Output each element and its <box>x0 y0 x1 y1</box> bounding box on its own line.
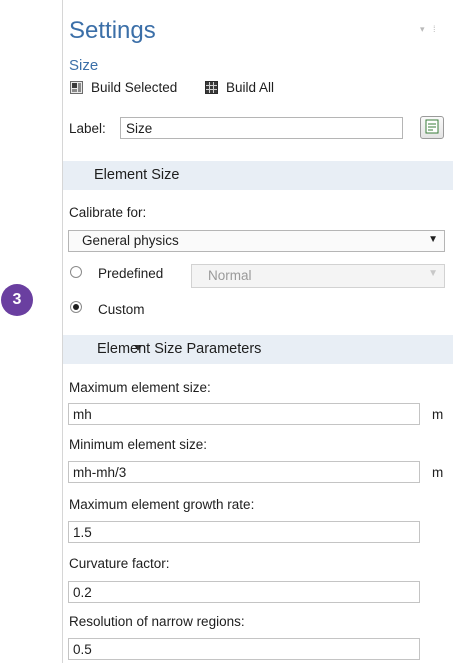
calibrate-label: Calibrate for: <box>69 205 147 220</box>
growth-rate-label: Maximum element growth rate: <box>69 497 255 512</box>
dropdown-arrow-icon: ▼ <box>428 268 438 279</box>
label-field-caption: Label: <box>69 121 106 136</box>
pin-icon[interactable]: ▾ ⁞ <box>420 24 439 35</box>
growth-rate-input[interactable] <box>68 521 420 543</box>
custom-radio[interactable] <box>70 301 82 313</box>
curvature-input[interactable] <box>68 581 420 603</box>
build-selected-label: Build Selected <box>91 80 178 95</box>
label-field[interactable] <box>120 117 403 139</box>
calibrate-value: General physics <box>82 233 179 248</box>
label-edit-button[interactable] <box>420 116 444 139</box>
section-element-size-parameters-label: Element Size Parameters <box>97 341 262 357</box>
callout-badge: 3 <box>1 284 33 316</box>
predefined-radio[interactable] <box>70 266 82 278</box>
max-size-unit: m <box>432 407 444 422</box>
max-size-label: Maximum element size: <box>69 380 211 395</box>
build-all-label: Build All <box>226 80 275 95</box>
predefined-label: Predefined <box>98 266 164 281</box>
section-element-size-parameters[interactable]: Element Size Parameters <box>63 335 453 364</box>
min-size-label: Minimum element size: <box>69 437 208 452</box>
calibrate-select[interactable]: General physics ▼ <box>68 230 445 252</box>
build-all-button[interactable]: Build All <box>205 80 274 95</box>
label-edit-icon <box>425 119 439 134</box>
predefined-select: Normal ▼ <box>191 264 445 288</box>
build-selected-button[interactable]: Build Selected <box>70 80 177 95</box>
page-title: Settings <box>69 17 156 44</box>
min-size-input[interactable] <box>68 461 420 483</box>
section-element-size[interactable]: Element Size <box>63 161 453 190</box>
min-size-unit: m <box>432 465 444 480</box>
page-subtitle: Size <box>69 57 99 74</box>
predefined-select-value: Normal <box>208 268 252 283</box>
curvature-label: Curvature factor: <box>69 556 170 571</box>
narrow-regions-input[interactable] <box>68 638 420 660</box>
dropdown-arrow-icon: ▼ <box>428 234 438 245</box>
build-selected-icon <box>70 81 83 94</box>
max-size-input[interactable] <box>68 403 420 425</box>
section-element-size-label: Element Size <box>94 167 180 183</box>
build-all-icon <box>205 81 218 94</box>
narrow-regions-label: Resolution of narrow regions: <box>69 614 245 629</box>
custom-label: Custom <box>98 302 145 317</box>
